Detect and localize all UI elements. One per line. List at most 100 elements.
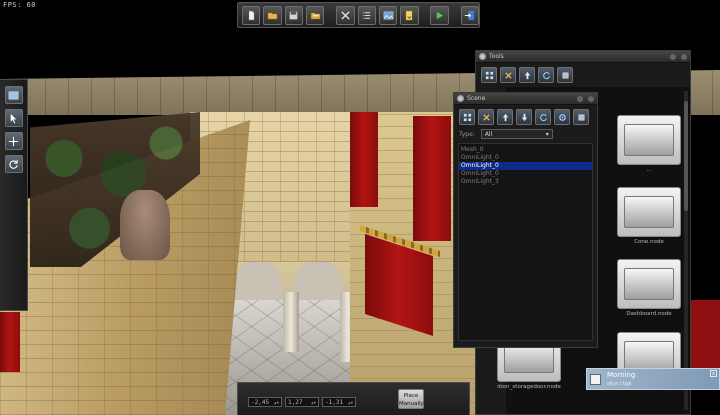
close-icon[interactable]: x (710, 370, 717, 377)
z-coordinate-field[interactable]: -1,31 ▲▼ (322, 397, 356, 407)
minimize-icon[interactable] (577, 95, 583, 102)
type-select-value: All (484, 130, 493, 138)
y-coordinate-field[interactable]: 1,27 ▲▼ (285, 397, 319, 407)
files-refresh-button[interactable] (538, 67, 554, 83)
files-up-button[interactable] (519, 67, 535, 83)
save-button[interactable] (284, 5, 304, 25)
type-label: Type: (459, 130, 475, 138)
file-label: Dashboard.node (626, 311, 672, 317)
file-label: door_storagedoor.node (497, 384, 561, 390)
move-tool-button[interactable] (4, 132, 23, 150)
app-window: FPS: 60 Tools ... Cone.node Dashboard.no… (0, 0, 720, 415)
place-manually-button[interactable]: Place Manually (398, 389, 424, 409)
place-button-line1: Place (403, 393, 419, 399)
scene-panel-titlebar[interactable]: Scene (454, 93, 597, 105)
main-toolbar (237, 2, 480, 28)
export-icon (405, 10, 413, 20)
folder-button[interactable] (306, 5, 325, 25)
scene-box-button[interactable] (573, 109, 589, 125)
export-button[interactable] (400, 5, 419, 25)
y-value: 1,27 (288, 398, 303, 406)
new-file-icon (248, 10, 255, 20)
list-button[interactable] (357, 5, 376, 25)
type-filter-row: Type: All ▾ (454, 129, 597, 139)
red-banner (0, 312, 20, 372)
scene-settings-button[interactable] (554, 109, 570, 125)
files-panel-titlebar[interactable]: Tools (476, 51, 690, 63)
type-select[interactable]: All ▾ (480, 129, 553, 139)
spinner-icon[interactable]: ▲▼ (274, 400, 279, 405)
z-value: -1,31 (325, 398, 344, 406)
notification-subtitle: skyr.ctga (607, 381, 632, 387)
file-item[interactable]: ... (616, 115, 682, 173)
files-delete-button[interactable] (500, 67, 516, 83)
open-button[interactable] (263, 5, 282, 25)
scene-node[interactable]: Mesh_0 (459, 146, 592, 154)
rotate-tool-button[interactable] (4, 155, 23, 173)
scene-down-button[interactable] (516, 109, 532, 125)
spinner-icon[interactable]: ▲▼ (348, 400, 353, 405)
files-panel-toolbar (476, 63, 690, 87)
scene-refresh-button[interactable] (535, 109, 551, 125)
file-thumbnail (617, 187, 681, 237)
refresh-icon (539, 113, 547, 121)
spinner-icon[interactable]: ▲▼ (311, 400, 316, 405)
grid-icon (463, 113, 471, 121)
file-item[interactable]: Dashboard.node (616, 259, 682, 317)
file-item[interactable]: Cone.node (616, 187, 682, 245)
viewport-icon (8, 91, 19, 99)
scene-node[interactable]: OmniLight_3 (459, 178, 592, 186)
tools-icon (341, 10, 350, 20)
x-coordinate-field[interactable]: -2,45 ▲▼ (248, 397, 282, 407)
file-list-scrollbar[interactable] (684, 91, 688, 410)
scene-panel-title: Scene (467, 95, 486, 102)
red-banner (350, 112, 378, 207)
close-icon[interactable] (588, 95, 594, 102)
arrow-down-icon (521, 113, 527, 121)
play-icon (436, 11, 444, 19)
scene-node[interactable]: OmniLight_0 (459, 170, 592, 178)
scene-node[interactable]: OmniLight_0 (459, 154, 592, 162)
arrow-up-icon (502, 113, 508, 121)
minimize-icon[interactable] (670, 53, 676, 60)
files-box-button[interactable] (557, 67, 573, 83)
file-label: ... (646, 167, 652, 173)
fps-counter: FPS: 60 (3, 1, 37, 9)
viewport-tool-button[interactable] (4, 86, 23, 104)
scene-delete-button[interactable] (478, 109, 494, 125)
list-icon (363, 11, 371, 19)
new-file-button[interactable] (242, 5, 261, 25)
placement-bar: -2,45 ▲▼ 1,27 ▲▼ -1,31 ▲▼ Place Manually (237, 382, 470, 415)
tools-button[interactable] (336, 5, 355, 25)
red-banner (413, 116, 451, 241)
grid-icon (485, 71, 493, 79)
rotate-icon (9, 159, 18, 169)
close-icon[interactable] (681, 53, 687, 60)
files-grid-button[interactable] (481, 67, 497, 83)
scene-up-button[interactable] (497, 109, 513, 125)
panel-logo-icon (457, 95, 464, 102)
scene-panel: Scene Type: All ▾ Mesh_0 OmniLight_0 Omn… (453, 92, 598, 348)
play-button[interactable] (430, 5, 449, 25)
image-button[interactable] (378, 5, 398, 25)
scene-tree[interactable]: Mesh_0 OmniLight_0 OmniLight_0 OmniLight… (458, 143, 593, 341)
scrollbar-thumb[interactable] (684, 101, 688, 211)
place-button-line2: Manually (399, 401, 424, 407)
exit-button[interactable] (460, 5, 479, 25)
open-folder-icon (267, 11, 278, 19)
gear-icon (558, 113, 566, 121)
folder-icon (310, 11, 321, 19)
scene-grid-button[interactable] (459, 109, 475, 125)
refresh-icon (542, 71, 550, 79)
x-value: -2,45 (251, 398, 270, 406)
delete-x-icon (482, 113, 490, 121)
image-icon (383, 11, 393, 19)
chevron-down-icon: ▾ (545, 130, 549, 138)
box-icon (578, 114, 584, 120)
files-panel-title: Tools (489, 53, 504, 60)
notification-toast[interactable]: Morning skyr.ctga x (586, 368, 720, 390)
file-thumbnail (617, 259, 681, 309)
select-tool-button[interactable] (4, 109, 23, 127)
panel-logo-icon (479, 53, 486, 60)
scene-node-selected[interactable]: OmniLight_0 (459, 162, 592, 170)
